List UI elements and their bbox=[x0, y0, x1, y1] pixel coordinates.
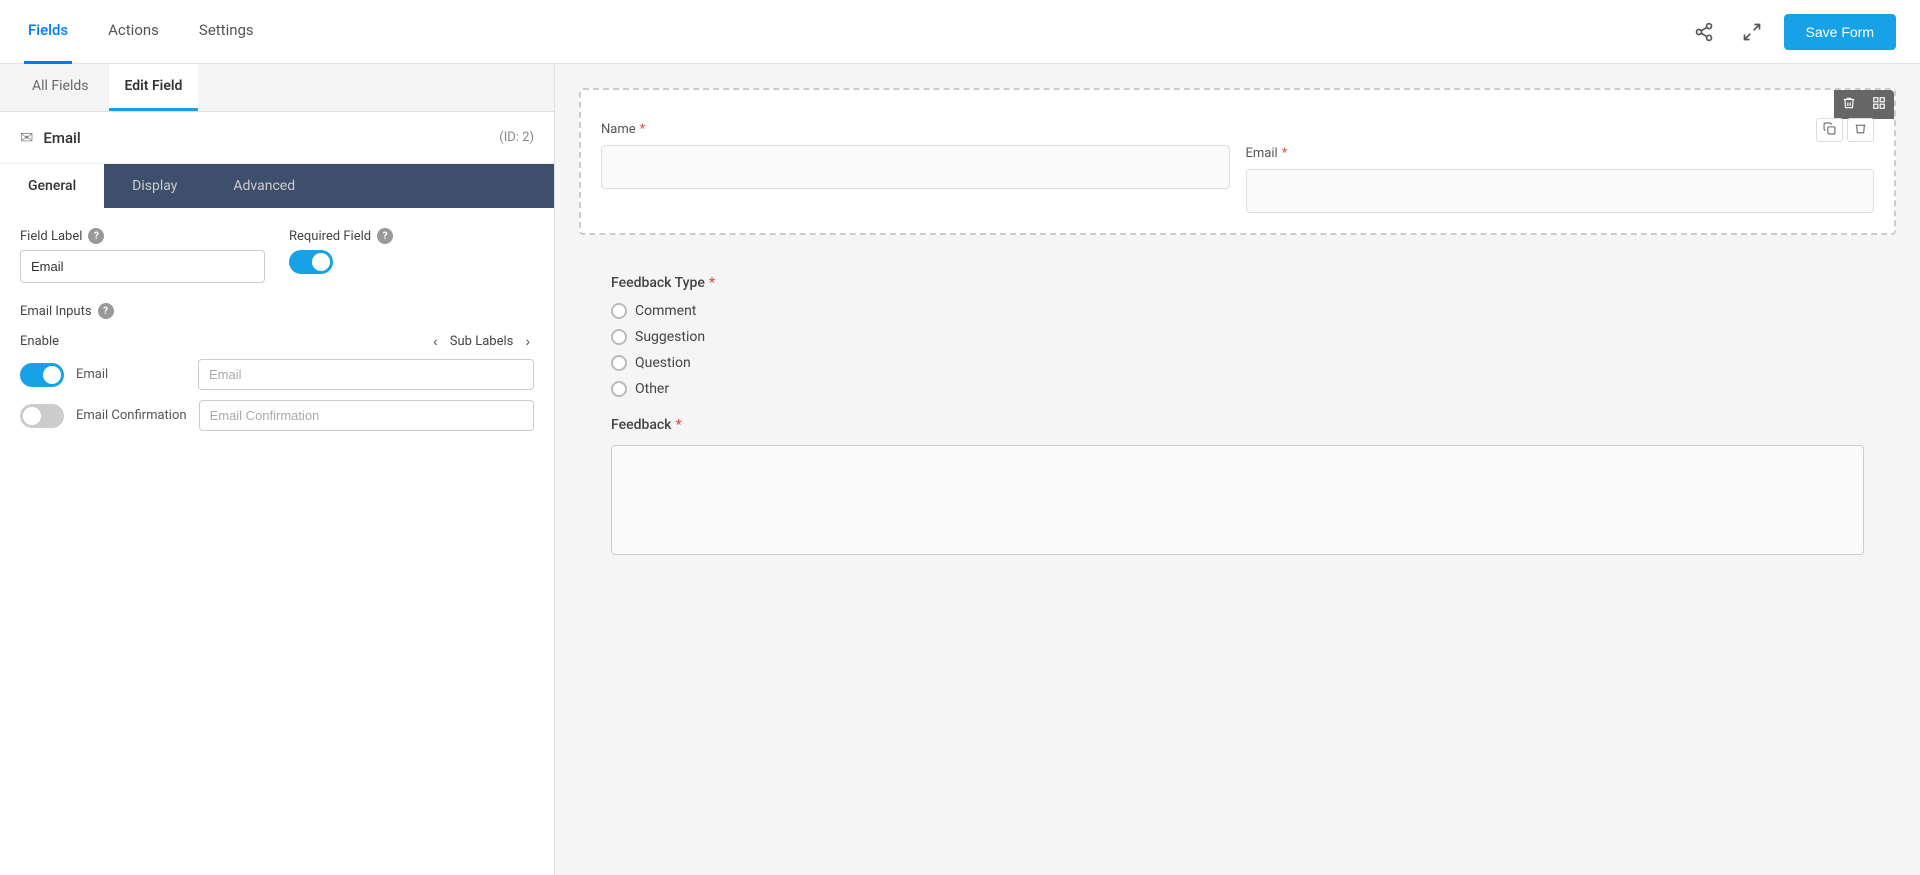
required-field-help-icon[interactable]: ? bbox=[377, 228, 393, 244]
canvas-delete-button[interactable] bbox=[1834, 90, 1864, 119]
email-input-box[interactable] bbox=[1246, 169, 1875, 213]
canvas-grid-button[interactable] bbox=[1864, 90, 1894, 119]
nav-settings[interactable]: Settings bbox=[195, 0, 258, 64]
form-canvas: Name * bbox=[579, 88, 1896, 235]
radio-label-suggestion: Suggestion bbox=[635, 329, 705, 345]
radio-circle-comment bbox=[611, 303, 627, 319]
radio-circle-other bbox=[611, 381, 627, 397]
edit-tab-advanced[interactable]: Advanced bbox=[205, 164, 323, 208]
radio-other[interactable]: Other bbox=[611, 381, 1864, 397]
nav-actions[interactable]: Actions bbox=[104, 0, 163, 64]
field-content: Field Label ? Required Field ? bbox=[0, 208, 554, 875]
right-panel: Name * bbox=[555, 64, 1920, 875]
email-field-block: Email * bbox=[1246, 122, 1875, 213]
save-form-button[interactable]: Save Form bbox=[1784, 14, 1896, 50]
required-field-label: Required Field ? bbox=[289, 228, 534, 244]
radio-label-other: Other bbox=[635, 381, 669, 397]
field-label-group: Field Label ? bbox=[20, 228, 265, 283]
email-inputs-help-icon[interactable]: ? bbox=[98, 303, 114, 319]
left-panel: All Fields Edit Field ✉ Email (ID: 2) Ge… bbox=[0, 64, 555, 875]
tab-all-fields[interactable]: All Fields bbox=[16, 64, 105, 111]
email-row-label: Email bbox=[76, 367, 186, 382]
email-toggle[interactable] bbox=[20, 363, 64, 387]
radio-comment[interactable]: Comment bbox=[611, 303, 1864, 319]
form-fields-row: Name * bbox=[581, 90, 1894, 233]
nav-tabs: Fields Actions Settings bbox=[24, 0, 258, 64]
name-required-star: * bbox=[640, 122, 646, 137]
email-confirmation-toggle[interactable] bbox=[20, 404, 64, 428]
email-input-row: Email bbox=[20, 359, 534, 390]
field-label-help-icon[interactable]: ? bbox=[88, 228, 104, 244]
required-toggle-wrapper bbox=[289, 250, 534, 274]
name-field-label: Name * bbox=[601, 122, 1230, 137]
email-field-actions bbox=[1816, 118, 1874, 142]
sub-labels-prev-button[interactable]: ‹ bbox=[429, 331, 442, 351]
feedback-required-star: * bbox=[675, 417, 681, 433]
feedback-type-required-star: * bbox=[709, 275, 715, 291]
radio-suggestion[interactable]: Suggestion bbox=[611, 329, 1864, 345]
field-name-text: Email bbox=[43, 129, 80, 147]
edit-tabs: General Display Advanced bbox=[0, 164, 554, 208]
enable-label: Enable bbox=[20, 334, 59, 349]
sub-labels-row: Enable ‹ Sub Labels › bbox=[20, 331, 534, 351]
field-name: ✉ Email bbox=[20, 128, 81, 147]
field-label-label: Field Label ? bbox=[20, 228, 265, 244]
top-navigation: Fields Actions Settings Save Form bbox=[0, 0, 1920, 64]
fullscreen-button[interactable] bbox=[1736, 16, 1768, 48]
email-required-star: * bbox=[1282, 146, 1288, 161]
radio-circle-suggestion bbox=[611, 329, 627, 345]
feedback-label: Feedback * bbox=[611, 417, 1864, 433]
name-field-block: Name * bbox=[601, 122, 1230, 213]
edit-tab-display[interactable]: Display bbox=[104, 164, 205, 208]
feedback-textarea[interactable] bbox=[611, 445, 1864, 555]
share-button[interactable] bbox=[1688, 16, 1720, 48]
radio-circle-question bbox=[611, 355, 627, 371]
main-layout: All Fields Edit Field ✉ Email (ID: 2) Ge… bbox=[0, 64, 1920, 875]
sub-labels-nav: ‹ Sub Labels › bbox=[429, 331, 534, 351]
tab-edit-field[interactable]: Edit Field bbox=[109, 64, 199, 111]
sub-labels-title: Sub Labels bbox=[450, 334, 514, 349]
radio-question[interactable]: Question bbox=[611, 355, 1864, 371]
panel-tabs: All Fields Edit Field bbox=[0, 64, 554, 112]
edit-tab-general[interactable]: General bbox=[0, 164, 104, 208]
radio-label-question: Question bbox=[635, 355, 691, 371]
name-input-box[interactable] bbox=[601, 145, 1230, 189]
field-label-input[interactable] bbox=[20, 250, 265, 283]
feedback-type-radio-group: Comment Suggestion Question Other bbox=[611, 303, 1864, 397]
email-confirmation-input-row: Email Confirmation bbox=[20, 400, 534, 431]
required-toggle[interactable] bbox=[289, 250, 333, 274]
field-label-row: Field Label ? Required Field ? bbox=[20, 228, 534, 283]
field-header: ✉ Email (ID: 2) bbox=[0, 112, 554, 164]
required-field-group: Required Field ? bbox=[289, 228, 534, 283]
email-sublabel-input[interactable] bbox=[198, 359, 534, 390]
email-icon: ✉ bbox=[20, 128, 33, 147]
email-confirmation-row-label: Email Confirmation bbox=[76, 408, 187, 423]
email-field-label: Email * bbox=[1246, 146, 1875, 161]
feedback-type-label: Feedback Type * bbox=[611, 275, 1864, 291]
form-content-area: Feedback Type * Comment Suggestion Quest… bbox=[579, 255, 1896, 579]
canvas-toolbar bbox=[1834, 90, 1894, 119]
email-copy-button[interactable] bbox=[1816, 118, 1843, 142]
sub-labels-next-button[interactable]: › bbox=[521, 331, 534, 351]
nav-fields[interactable]: Fields bbox=[24, 0, 72, 64]
email-delete-button[interactable] bbox=[1847, 118, 1874, 142]
top-nav-right: Save Form bbox=[1688, 14, 1896, 50]
email-confirmation-sublabel-input[interactable] bbox=[199, 400, 534, 431]
field-id: (ID: 2) bbox=[499, 130, 534, 145]
email-inputs-section: Email Inputs ? Enable ‹ Sub Labels › bbox=[20, 303, 534, 431]
email-inputs-header: Email Inputs ? bbox=[20, 303, 534, 319]
radio-label-comment: Comment bbox=[635, 303, 696, 319]
